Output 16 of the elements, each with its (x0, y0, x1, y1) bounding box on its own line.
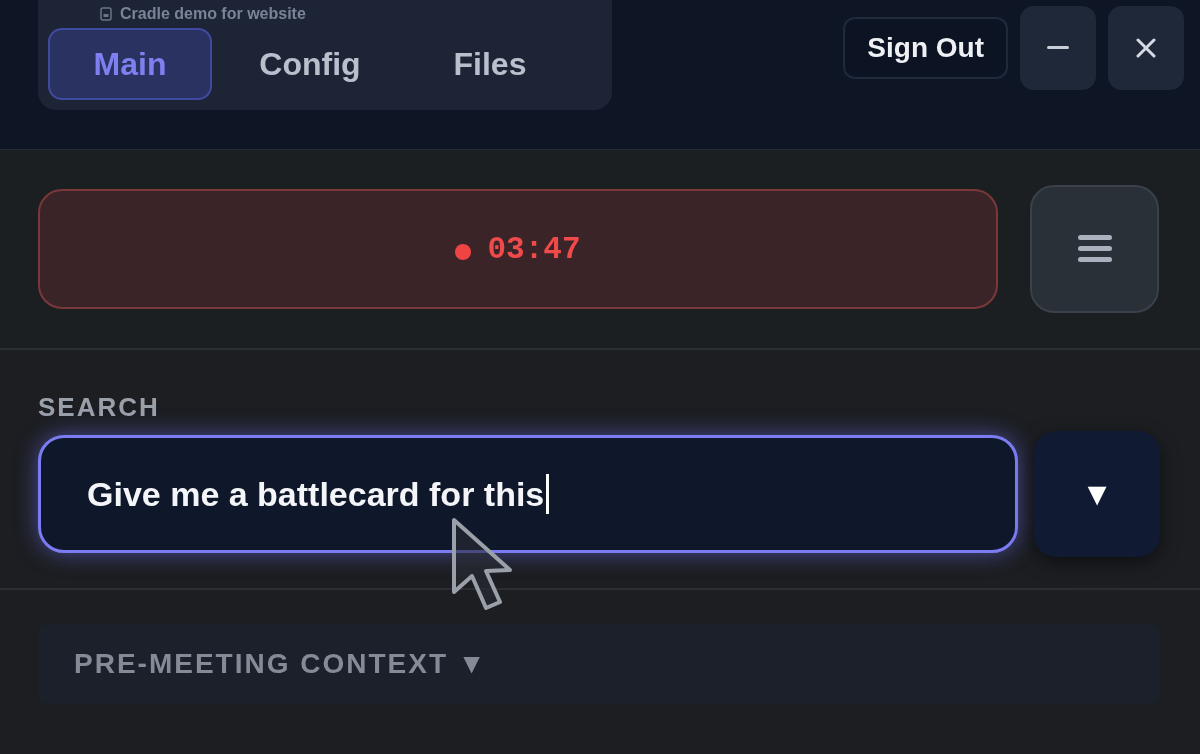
window-title: Cradle demo for website (120, 5, 306, 23)
menu-button[interactable] (1030, 185, 1159, 313)
recording-timer: 03:47 (487, 231, 581, 267)
document-icon (100, 7, 112, 21)
context-toggle[interactable]: PRE-MEETING CONTEXT ▼ (38, 624, 1160, 704)
minimize-icon (1047, 46, 1069, 50)
dropdown-button[interactable]: ▼ (1034, 431, 1160, 557)
tab[interactable]: Config (228, 28, 392, 100)
tab[interactable]: Main (48, 28, 212, 100)
close-icon (1136, 38, 1156, 58)
tab[interactable]: Files (408, 28, 572, 100)
close-button[interactable] (1108, 6, 1184, 90)
search-field[interactable]: Give me a battlecard for this (38, 435, 1018, 553)
search-label: SEARCH (38, 392, 161, 423)
menu-icon (1077, 235, 1112, 263)
sign-out-button[interactable]: Sign Out (843, 17, 1008, 79)
